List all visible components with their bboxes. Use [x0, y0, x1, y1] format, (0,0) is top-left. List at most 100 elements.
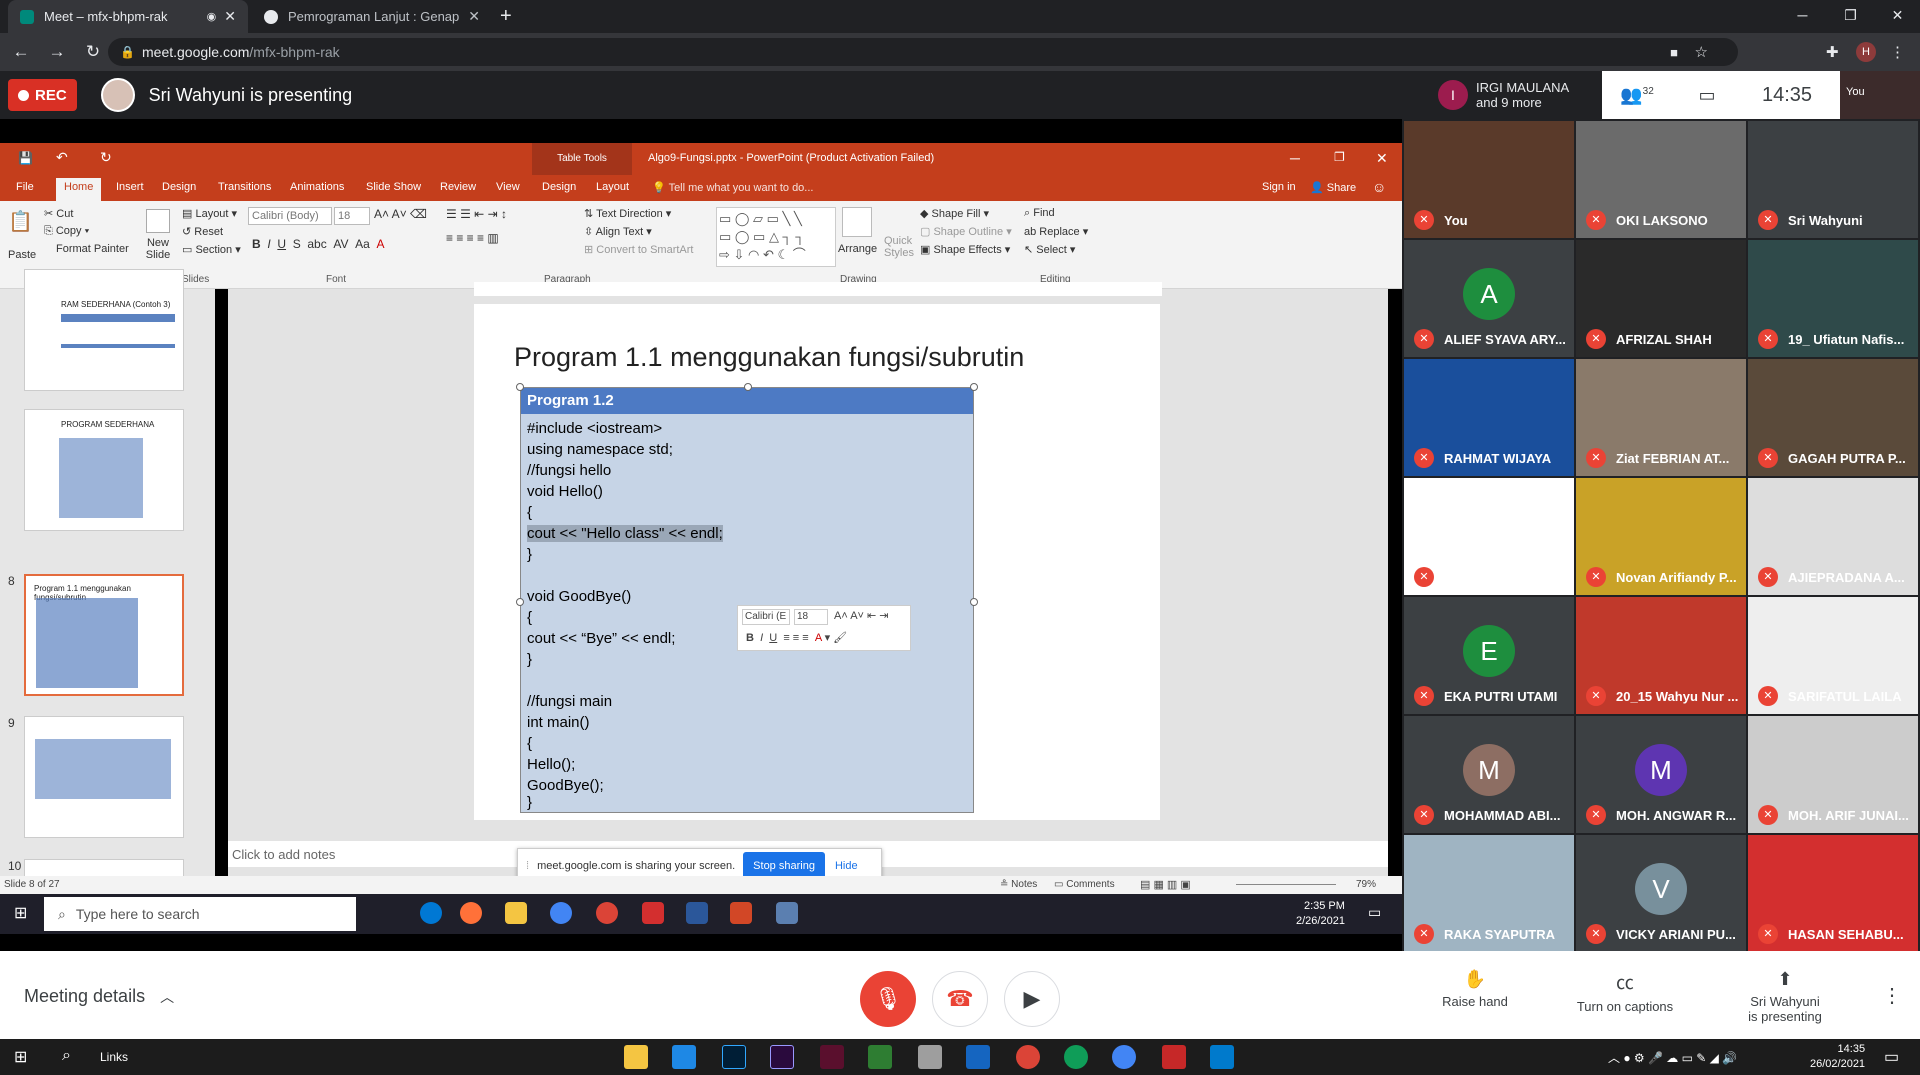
smartart-button[interactable]: ⊞ Convert to SmartArt: [584, 243, 693, 256]
font-face-select[interactable]: Calibri (Body): [248, 207, 332, 225]
camera-icon[interactable]: ■: [1670, 45, 1678, 60]
participant-tile[interactable]: ✕ 20.27_MOHAMA...: [1404, 478, 1574, 595]
resize-handle[interactable]: [516, 598, 524, 606]
participant-tile[interactable]: ✕ AJIEPRADANA A...: [1748, 478, 1918, 595]
tab-transitions[interactable]: Transitions: [218, 181, 271, 193]
raise-hand-button[interactable]: ✋ Raise hand: [1430, 969, 1520, 1009]
more-options-icon[interactable]: ⋮: [1882, 983, 1902, 1008]
tab-insert[interactable]: Insert: [116, 181, 144, 193]
close-tab-icon[interactable]: ✕: [468, 8, 480, 25]
firefox-icon[interactable]: [460, 902, 482, 924]
select-button[interactable]: ↖ Select ▾: [1024, 243, 1075, 256]
slide-thumb-selected[interactable]: Program 1.1 menggunakan fungsi/subrutin: [24, 574, 184, 696]
chrome-blue-icon[interactable]: [550, 902, 572, 924]
resize-handle[interactable]: [516, 383, 524, 391]
zoom-level[interactable]: 79%: [1356, 879, 1376, 890]
hide-button[interactable]: Hide: [835, 860, 858, 872]
tab-table-design[interactable]: Design: [542, 181, 576, 193]
shape-outline-button[interactable]: ▢ Shape Outline ▾: [920, 225, 1012, 238]
tab-view[interactable]: View: [496, 181, 520, 193]
redo-icon[interactable]: ↻: [100, 149, 112, 166]
drag-handle-icon[interactable]: ⁞: [526, 860, 529, 872]
photoshop-icon[interactable]: [722, 1045, 746, 1069]
folder-icon[interactable]: [624, 1045, 648, 1069]
action-center-icon[interactable]: ▭: [1884, 1047, 1899, 1067]
section-button[interactable]: ▭ Section ▾: [182, 243, 241, 256]
participant-tile[interactable]: ✕ You: [1404, 121, 1574, 238]
align-buttons[interactable]: ≡ ≡ ≡ ≡ ▥: [446, 231, 499, 245]
participant-tile[interactable]: ✕ 20_15 Wahyu Nur ...: [1576, 597, 1746, 714]
forward-icon[interactable]: →: [42, 42, 72, 62]
presenting-button[interactable]: ⬆ Sri Wahyuni is presenting: [1730, 969, 1840, 1024]
tab-course[interactable]: Pemrograman Lanjut : Genap 202 ✕: [252, 0, 492, 33]
slide-thumb[interactable]: RAM SEDERHANA (Contoh 3): [24, 269, 184, 391]
mini-format-buttons[interactable]: B I U ≡ ≡ ≡ A ▾ 🖌: [746, 631, 847, 644]
find-button[interactable]: ⌕ Find: [1024, 207, 1055, 220]
vegas-icon[interactable]: [820, 1045, 844, 1069]
edge-icon[interactable]: [420, 902, 442, 924]
cut-button[interactable]: ✂ Cut: [44, 207, 73, 220]
powerpoint-icon[interactable]: [730, 902, 752, 924]
l-app-icon[interactable]: [672, 1045, 696, 1069]
participant-tile[interactable]: ✕ SARIFATUL LAILA: [1748, 597, 1918, 714]
slide-canvas[interactable]: Program 1.1 menggunakan fungsi/subrutin …: [474, 304, 1160, 820]
quick-styles-button[interactable]: Quick Styles: [884, 235, 914, 259]
close-window-icon[interactable]: ✕: [1875, 0, 1920, 30]
tab-design[interactable]: Design: [162, 181, 196, 193]
arrange-icon[interactable]: [842, 207, 872, 237]
word-icon[interactable]: [686, 902, 708, 924]
chat-icon[interactable]: ▭: [1672, 85, 1742, 106]
restore-icon[interactable]: ❐: [1828, 0, 1873, 30]
format-painter-button[interactable]: Format Painter: [56, 243, 129, 255]
new-tab-button[interactable]: +: [500, 5, 512, 28]
shape-effects-button[interactable]: ▣ Shape Effects ▾: [920, 243, 1010, 256]
devc-icon[interactable]: [966, 1045, 990, 1069]
captions-button[interactable]: ㏄ Turn on captions: [1560, 969, 1690, 1014]
copy-button[interactable]: ⎘ Copy ▾: [44, 225, 89, 238]
participant-tile[interactable]: ✕ 19_ Ufiatun Nafis...: [1748, 240, 1918, 357]
participant-tile[interactable]: ✕ RAKA SYAPUTRA: [1404, 835, 1574, 952]
vscode-icon[interactable]: [1210, 1045, 1234, 1069]
reset-button[interactable]: ↺ Reset: [182, 225, 223, 238]
share-button[interactable]: 👤 Share: [1310, 181, 1356, 194]
camera-button[interactable]: ▶: [1004, 971, 1060, 1027]
people-button[interactable]: 👥32: [1602, 85, 1672, 106]
search-icon[interactable]: ⌕: [62, 1047, 71, 1065]
participant-tile[interactable]: ✕ MOH. ARIF JUNAI...: [1748, 716, 1918, 833]
new-slide-button[interactable]: New Slide: [140, 237, 176, 261]
paste-button[interactable]: Paste: [8, 249, 36, 261]
premiere-icon[interactable]: [770, 1045, 794, 1069]
slide-title[interactable]: Program 1.1 menggunakan fungsi/subrutin: [514, 342, 1024, 373]
tray-icons[interactable]: ︿ ● ⚙ 🎤 ☁ ▭ ✎ ◢ 🔊: [1608, 1049, 1737, 1066]
app-icon[interactable]: [918, 1045, 942, 1069]
layout-button[interactable]: ▤ Layout ▾: [182, 207, 237, 220]
participant-tile[interactable]: ✕ OKI LAKSONO: [1576, 121, 1746, 238]
mini-grow-shrink[interactable]: A˄ A˅ ⇤ ⇥: [834, 609, 889, 622]
resize-handle[interactable]: [970, 598, 978, 606]
ppt-restore-icon[interactable]: ❐: [1334, 150, 1345, 164]
save-icon[interactable]: 💾: [18, 151, 33, 165]
paste-icon[interactable]: 📋: [8, 209, 33, 234]
ppt-minimize-icon[interactable]: ─: [1290, 150, 1300, 166]
smiley-icon[interactable]: ☺: [1372, 179, 1386, 195]
participant-tile[interactable]: M ✕ MOH. ANGWAR R...: [1576, 716, 1746, 833]
zoom-slider[interactable]: [1236, 884, 1336, 885]
taskbar-search[interactable]: ⌕ Type here to search: [44, 897, 356, 931]
tab-table-layout[interactable]: Layout: [596, 181, 629, 193]
chrome-icon[interactable]: [1064, 1045, 1088, 1069]
links-label[interactable]: Links: [100, 1050, 128, 1064]
align-text-button[interactable]: ⇳ Align Text ▾: [584, 225, 652, 238]
tab-file[interactable]: File: [16, 181, 34, 193]
font-grow-shrink[interactable]: A˄ A˅ ⌫: [374, 207, 427, 221]
mini-size-select[interactable]: 18: [794, 609, 828, 625]
participant-tile[interactable]: ✕ Ziat FEBRIAN AT...: [1576, 359, 1746, 476]
view-buttons[interactable]: ▤ ▦ ▥ ▣: [1140, 878, 1191, 891]
microphone-off-button[interactable]: 🎙: [860, 971, 916, 1027]
leave-call-button[interactable]: ☎: [932, 971, 988, 1027]
tab-home[interactable]: Home: [56, 178, 102, 201]
text-direction-button[interactable]: ⇅ Text Direction ▾: [584, 207, 671, 220]
sign-in-link[interactable]: Sign in: [1262, 181, 1296, 193]
reload-icon[interactable]: ↻: [78, 42, 108, 62]
new-slide-icon[interactable]: [146, 209, 170, 233]
profile-avatar[interactable]: H: [1856, 42, 1876, 62]
